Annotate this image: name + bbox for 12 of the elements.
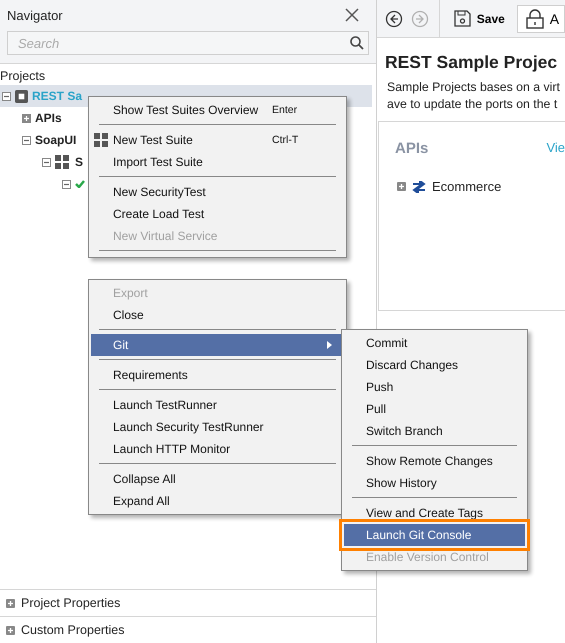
project-title: REST Sample Projec <box>385 52 558 73</box>
tree-label: SoapUI <box>35 133 76 147</box>
shortcut-label: Enter <box>272 104 298 116</box>
description-text: ave to update the ports on the t <box>387 96 558 113</box>
section-label: Projects <box>0 68 46 85</box>
tree-label: S <box>75 155 84 169</box>
panel-title: Navigator <box>7 8 63 23</box>
shortcut-label: Ctrl-T <box>272 134 300 146</box>
tree-label: APIs <box>35 111 62 125</box>
card-heading: APIs <box>395 140 428 157</box>
description-text: Sample Projects bases on a virt <box>387 79 561 96</box>
tree-label: REST Sa <box>32 89 82 103</box>
